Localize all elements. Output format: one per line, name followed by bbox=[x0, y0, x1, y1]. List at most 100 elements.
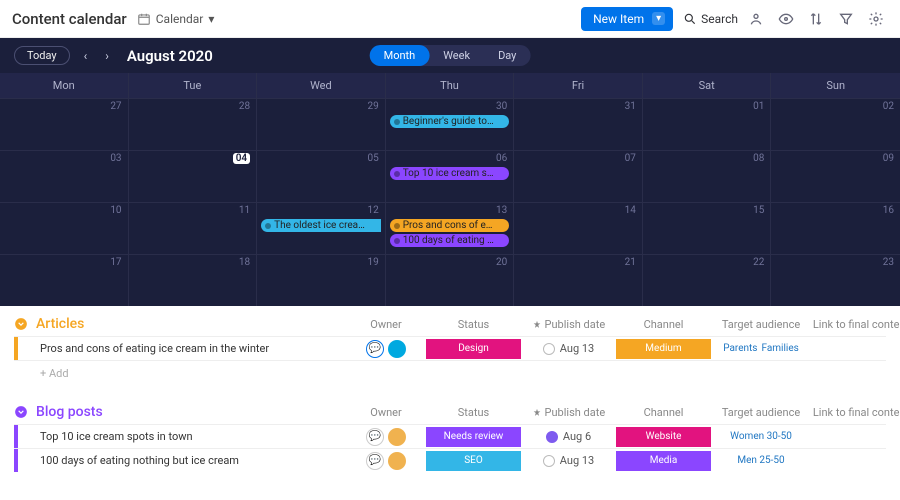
day-cell[interactable]: 28 bbox=[129, 98, 258, 150]
filter-icon[interactable] bbox=[838, 11, 858, 27]
day-cell[interactable]: 02 bbox=[771, 98, 900, 150]
audience-tag[interactable]: Women 30-50 bbox=[730, 431, 792, 442]
column-header[interactable]: Publish date bbox=[521, 318, 616, 331]
day-cell[interactable]: 05 bbox=[257, 150, 386, 202]
search-label: Search bbox=[701, 12, 738, 26]
next-month-button[interactable]: › bbox=[101, 49, 113, 63]
day-cell[interactable]: 09 bbox=[771, 150, 900, 202]
owner-cell[interactable]: 💬 bbox=[346, 428, 426, 446]
calendar-event[interactable]: 100 days of eating … bbox=[390, 234, 510, 247]
day-cell[interactable]: 22 bbox=[643, 254, 772, 306]
column-header[interactable]: Target audience bbox=[711, 318, 811, 331]
day-cell[interactable]: 14 bbox=[514, 202, 643, 254]
day-cell[interactable]: 17 bbox=[0, 254, 129, 306]
day-cell[interactable]: 12 The oldest ice crea… bbox=[257, 202, 386, 254]
day-cell[interactable]: 08 bbox=[643, 150, 772, 202]
day-cell[interactable]: 10 bbox=[0, 202, 129, 254]
new-item-button[interactable]: New Item ▾ bbox=[581, 7, 673, 31]
calendar-event[interactable]: Top 10 ice cream s… bbox=[390, 167, 510, 180]
table-row[interactable]: Top 10 ice cream spots in town 💬 Needs rev… bbox=[14, 424, 886, 448]
audience-cell[interactable]: Parents Families bbox=[711, 343, 811, 354]
column-header[interactable]: Channel bbox=[616, 406, 711, 419]
chevron-down-icon[interactable]: ▾ bbox=[652, 12, 665, 25]
prev-month-button[interactable]: ‹ bbox=[80, 49, 92, 63]
day-cell[interactable]: 07 bbox=[514, 150, 643, 202]
item-name[interactable]: Top 10 ice cream spots in town bbox=[36, 430, 346, 443]
owner-cell[interactable]: 💬 bbox=[346, 452, 426, 470]
channel-cell[interactable]: Website bbox=[616, 427, 711, 447]
day-cell[interactable]: 20 bbox=[386, 254, 515, 306]
calendar-event[interactable]: The oldest ice crea… bbox=[261, 219, 381, 232]
range-option-day[interactable]: Day bbox=[484, 45, 530, 66]
gear-icon[interactable] bbox=[868, 11, 888, 27]
audience-tag[interactable]: Parents bbox=[723, 343, 757, 354]
column-header[interactable]: Status bbox=[426, 318, 521, 331]
view-switcher[interactable]: Calendar ▾ bbox=[137, 12, 215, 26]
add-item-row[interactable]: + Add bbox=[14, 360, 886, 386]
day-cell[interactable]: 01 bbox=[643, 98, 772, 150]
day-cell[interactable]: 21 bbox=[514, 254, 643, 306]
day-cell[interactable]: 16 bbox=[771, 202, 900, 254]
day-cell[interactable]: 13Pros and cons of e…100 days of eating … bbox=[386, 202, 515, 254]
day-cell[interactable]: 31 bbox=[514, 98, 643, 150]
channel-cell[interactable]: Medium bbox=[616, 339, 711, 359]
item-name[interactable]: 100 days of eating nothing but ice cream bbox=[36, 454, 346, 467]
status-cell[interactable]: SEO bbox=[426, 451, 521, 471]
audience-tag[interactable]: Families bbox=[761, 343, 798, 354]
group-collapse-toggle[interactable] bbox=[14, 405, 36, 419]
status-cell[interactable]: Design bbox=[426, 339, 521, 359]
table-row[interactable]: 100 days of eating nothing but ice cream… bbox=[14, 448, 886, 472]
avatar[interactable] bbox=[388, 428, 406, 446]
column-header[interactable]: Publish date bbox=[521, 406, 616, 419]
column-header[interactable]: Channel bbox=[616, 318, 711, 331]
day-cell[interactable]: 19 bbox=[257, 254, 386, 306]
search-button[interactable]: Search bbox=[683, 12, 738, 26]
item-name[interactable]: Pros and cons of eating ice cream in the… bbox=[36, 342, 346, 355]
range-option-month[interactable]: Month bbox=[370, 45, 430, 66]
day-number: 28 bbox=[239, 101, 250, 112]
day-cell[interactable]: 27 bbox=[0, 98, 129, 150]
day-cell[interactable]: 30Beginner's guide to… bbox=[386, 98, 515, 150]
day-cell[interactable]: 11 bbox=[129, 202, 258, 254]
publish-date-cell[interactable]: Aug 13 bbox=[521, 342, 616, 355]
audience-cell[interactable]: Men 25-50 bbox=[711, 455, 811, 466]
person-icon[interactable] bbox=[748, 11, 768, 27]
day-cell[interactable]: 06Top 10 ice cream s… bbox=[386, 150, 515, 202]
today-button[interactable]: Today bbox=[14, 46, 70, 65]
chat-icon[interactable]: 💬 bbox=[366, 340, 384, 358]
eye-icon[interactable] bbox=[778, 11, 798, 27]
day-cell[interactable]: 23 bbox=[771, 254, 900, 306]
audience-cell[interactable]: Women 30-50 bbox=[711, 431, 811, 442]
column-header[interactable]: Link to final content bbox=[811, 318, 900, 331]
group-title[interactable]: Articles bbox=[36, 316, 346, 332]
day-cell[interactable]: 03 bbox=[0, 150, 129, 202]
column-header[interactable]: Status bbox=[426, 406, 521, 419]
publish-date-cell[interactable]: Aug 13 bbox=[521, 454, 616, 467]
avatar[interactable] bbox=[388, 452, 406, 470]
calendar-event[interactable]: Beginner's guide to… bbox=[390, 115, 510, 128]
publish-date-cell[interactable]: Aug 6 bbox=[521, 430, 616, 443]
day-cell[interactable]: 18 bbox=[129, 254, 258, 306]
day-cell[interactable]: 15 bbox=[643, 202, 772, 254]
status-cell[interactable]: Needs review bbox=[426, 427, 521, 447]
range-option-week[interactable]: Week bbox=[429, 45, 484, 66]
day-number: 12 bbox=[367, 205, 378, 216]
column-header[interactable]: Target audience bbox=[711, 406, 811, 419]
calendar-event[interactable]: Pros and cons of e… bbox=[390, 219, 510, 232]
chat-icon[interactable]: 💬 bbox=[366, 428, 384, 446]
day-cell[interactable]: 04 bbox=[129, 150, 258, 202]
group-collapse-toggle[interactable] bbox=[14, 317, 36, 331]
audience-tag[interactable]: Men 25-50 bbox=[737, 455, 784, 466]
avatar[interactable] bbox=[388, 340, 406, 358]
column-header[interactable]: Link to final content bbox=[811, 406, 900, 419]
channel-cell[interactable]: Media bbox=[616, 451, 711, 471]
week-row: 1011 12 The oldest ice crea… 13Pros and con… bbox=[0, 202, 900, 254]
table-row[interactable]: Pros and cons of eating ice cream in the… bbox=[14, 336, 886, 360]
column-header[interactable]: Owner bbox=[346, 406, 426, 419]
chat-icon[interactable]: 💬 bbox=[366, 452, 384, 470]
column-header[interactable]: Owner bbox=[346, 318, 426, 331]
day-cell[interactable]: 29 bbox=[257, 98, 386, 150]
owner-cell[interactable]: 💬 bbox=[346, 340, 426, 358]
group-title[interactable]: Blog posts bbox=[36, 404, 346, 420]
sort-icon[interactable] bbox=[808, 11, 828, 27]
